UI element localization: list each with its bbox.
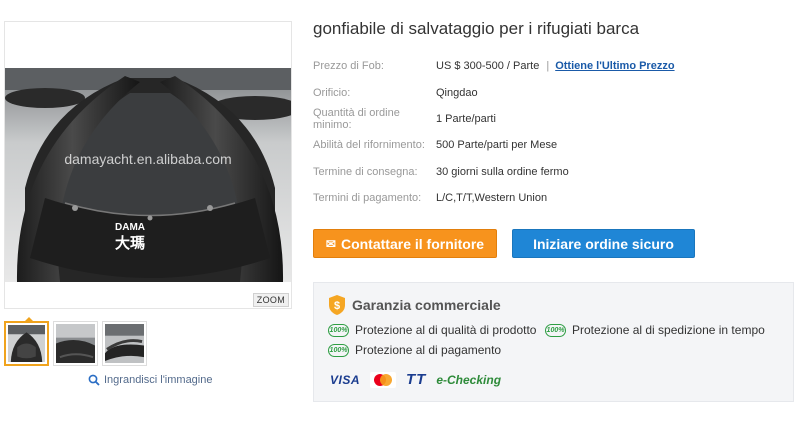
mastercard-logo	[370, 371, 397, 388]
badge-100-icon: 100%	[328, 343, 349, 357]
thumbnail-1[interactable]	[4, 317, 49, 366]
thumbnail-2-image	[56, 324, 95, 363]
thumbnail-3[interactable]	[102, 321, 147, 366]
thumbnail-3-image	[105, 324, 144, 363]
payment-methods: VISA TT e-Checking	[330, 371, 501, 388]
attr-row-payment-terms: Termini di pagamento: L/C,T/T,Western Un…	[313, 185, 675, 211]
attr-label: Termine di consegna:	[313, 165, 418, 178]
attr-row-min-order: Quantità di ordine minimo: 1 Parte/parti	[313, 106, 675, 132]
svg-text:DAMA: DAMA	[115, 222, 145, 233]
shield-dollar-icon: $	[329, 295, 345, 315]
attr-label: Abilità del rifornimento:	[313, 139, 425, 152]
thumbnail-strip	[4, 317, 147, 366]
telegraphic-transfer-logo: TT	[406, 371, 427, 388]
guarantee-item-label: Protezione al di qualità di prodotto	[355, 323, 537, 337]
trade-assurance-panel: $ Garanzia commerciale 100% Protezione a…	[313, 282, 794, 402]
trade-assurance-header: $ Garanzia commerciale	[328, 294, 501, 316]
attr-label: Orificio:	[313, 86, 351, 99]
trade-assurance-title: Garanzia commerciale	[352, 297, 501, 313]
product-photo: damayacht.en.alibaba.com DAMA 大瑪	[5, 68, 291, 282]
main-product-image[interactable]: damayacht.en.alibaba.com DAMA 大瑪 ZOOM	[4, 21, 292, 309]
product-attributes: Prezzo di Fob: US $ 300-500 / Parte | Ot…	[313, 53, 675, 211]
guarantee-item-payment: 100% Protezione al di pagamento	[328, 343, 501, 357]
svg-text:$: $	[334, 300, 340, 312]
magnifier-icon	[88, 374, 100, 386]
fob-price-value: US $ 300-500 / Parte	[436, 60, 540, 73]
enlarge-image-link[interactable]: Ingrandisci l'immagine	[88, 374, 212, 386]
guarantee-item-quality: 100% Protezione al di qualità di prodott…	[328, 323, 536, 337]
envelope-icon: ✉	[325, 236, 336, 251]
attr-label: Prezzo di Fob:	[313, 60, 384, 73]
attr-value: Qingdao	[436, 86, 478, 99]
badge-100-icon: 100%	[328, 323, 349, 337]
attr-label: Termini di pagamento:	[313, 192, 422, 205]
echecking-logo: e-Checking	[436, 372, 502, 387]
zoom-label[interactable]: ZOOM	[252, 293, 289, 307]
thumbnail-2[interactable]	[53, 321, 98, 366]
attr-value: 30 giorni sulla ordine fermo	[436, 165, 569, 178]
badge-100-icon: 100%	[545, 323, 566, 337]
enlarge-label: Ingrandisci l'immagine	[104, 374, 213, 386]
guarantee-item-label: Protezione al di pagamento	[355, 343, 502, 357]
attr-row-fob-price: Prezzo di Fob: US $ 300-500 / Parte | Ot…	[313, 53, 675, 79]
contact-supplier-button[interactable]: ✉ Contattare il fornitore	[313, 229, 497, 258]
attr-value: L/C,T/T,Western Union	[436, 192, 548, 205]
attr-value: 1 Parte/parti	[436, 112, 496, 125]
guarantee-item-label: Protezione al di spedizione in tempo	[572, 323, 765, 337]
svg-text:大瑪: 大瑪	[115, 234, 145, 252]
attr-value: 500 Parte/parti per Mese	[436, 139, 558, 152]
guarantee-item-shipping: 100% Protezione al di spedizione in temp…	[545, 323, 765, 337]
attr-row-port: Orificio: Qingdao	[313, 79, 675, 105]
visa-logo: VISA	[330, 372, 361, 387]
start-order-label: Iniziare ordine sicuro	[533, 235, 674, 252]
svg-text:damayacht.en.alibaba.com: damayacht.en.alibaba.com	[64, 151, 231, 167]
contact-supplier-label: Contattare il fornitore	[340, 235, 485, 252]
attr-row-delivery: Termine di consegna: 30 giorni sulla ord…	[313, 159, 675, 185]
attr-row-supply-ability: Abilità del rifornimento: 500 Parte/part…	[313, 132, 675, 158]
attr-label: Quantità di ordine minimo:	[313, 106, 400, 131]
separator: |	[546, 60, 550, 73]
latest-price-link[interactable]: Ottiene l'Ultimo Prezzo	[555, 60, 674, 72]
start-secure-order-button[interactable]: Iniziare ordine sicuro	[512, 229, 695, 258]
thumbnail-1-image	[8, 325, 45, 362]
product-title: gonfiabile di salvataggio per i rifugiat…	[313, 19, 640, 38]
attr-value: US $ 300-500 / Parte | Ottiene l'Ultimo …	[436, 60, 675, 72]
